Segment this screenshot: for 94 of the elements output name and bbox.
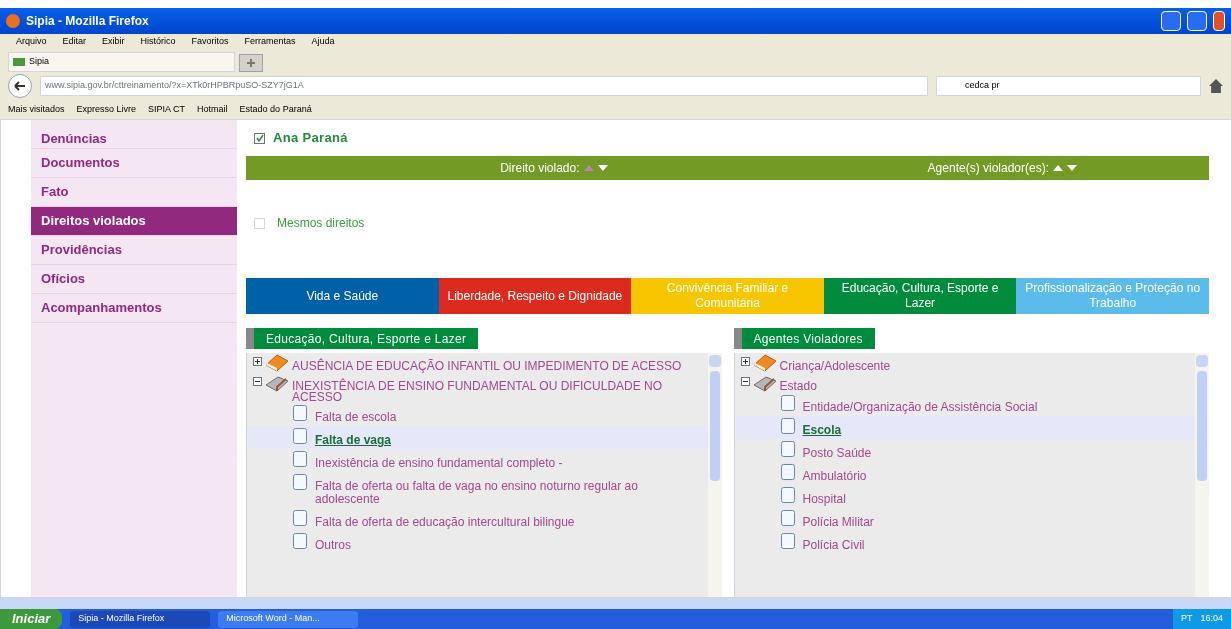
book-icon [264,353,290,373]
open-book-icon [751,373,778,393]
collapse-toggle[interactable] [253,377,262,386]
horizontal-scrollbar[interactable] [0,597,1231,609]
page-icon [780,510,795,526]
menu-item[interactable]: Editar [62,35,87,49]
sort-ascending-icon[interactable] [1053,164,1063,172]
category-tab[interactable]: Educação, Cultura, Esporte e Lazer [823,278,1017,314]
sidebar-item[interactable]: Documentos [31,149,237,178]
panel-title-marker [246,328,254,349]
menu-item[interactable]: Favoritos [191,35,229,49]
tree-leaf[interactable]: Ambulatório [734,462,1195,485]
checkbox-label: Mesmos direitos [277,215,365,232]
tree-leaf[interactable]: Polícia Civil [734,531,1195,554]
menu-item[interactable]: Histórico [140,35,176,49]
start-button[interactable]: Iniciar [0,609,63,629]
search-field[interactable]: cedca pr [936,76,1201,96]
category-tab[interactable]: Vida e Saúde [246,278,439,314]
menu-item[interactable]: Ferramentas [244,35,296,49]
panel-title-marker [733,328,742,349]
tree-leaf[interactable]: Posto Saúde [734,439,1195,462]
person-name: Ana Paraná [273,129,348,148]
close-button[interactable] [1213,11,1225,31]
language-indicator[interactable]: PT [1180,612,1193,626]
sort-descending-icon[interactable] [1067,164,1077,172]
new-tab-button[interactable] [239,54,263,72]
taskbar-item[interactable]: Sipia - Mozilla Firefox [70,610,211,628]
tree-node[interactable]: Estado [779,381,817,392]
page-icon [293,451,307,467]
panel-title: Agentes Violadores [741,328,875,349]
sidebar-item[interactable]: Denúncias [31,120,237,149]
checkbox[interactable] [254,132,265,144]
minus-icon [741,378,749,385]
category-tab[interactable]: Liberdade, Respeito e Dignidade [438,278,632,314]
tree-leaf[interactable]: Hospital [734,485,1195,508]
clock: 16:04 [1200,612,1223,626]
plus-icon [254,358,261,365]
menu-item[interactable]: Ajuda [311,35,335,49]
sort-label: Agente(s) violador(es): [927,160,1049,177]
page-icon [780,395,795,411]
window-title: Sipia - Mozilla Firefox [26,13,150,30]
page-icon [293,533,307,549]
tree-leaf[interactable]: Escola [734,416,1195,439]
tree-leaf[interactable]: Entidade/Organização de Assistência Social [734,393,1195,416]
tree-leaf[interactable]: Falta de vaga [247,426,708,449]
collapse-toggle[interactable] [740,377,750,386]
page-icon [780,464,795,480]
sidebar-item[interactable]: Acompanhamentos [31,294,237,323]
taskbar-item[interactable]: Microsoft Word - Man... [218,610,359,628]
scrollbar[interactable] [1195,353,1209,597]
panel-title: Educação, Cultura, Esporte e Lazer [254,328,479,349]
tree-node[interactable]: Criança/Adolescente [779,361,891,372]
page-icon [293,474,307,490]
page-icon [780,533,795,549]
sort-label: Direito violado: [500,160,580,177]
plus-icon [741,358,749,365]
bookmark-link[interactable]: Mais visitados [8,102,65,117]
plus-icon [247,59,255,67]
browser-tab[interactable]: Sipia [8,52,235,72]
address-bar[interactable]: www.sipia.gov.br/cttreinamento/?x=XTk0rHPBRpuSO-SZY7jG1A [40,76,928,96]
open-book-icon [264,373,290,393]
page-icon [780,487,795,503]
home-icon[interactable] [1209,79,1223,93]
sidebar-item[interactable]: Providências [31,236,237,265]
sort-descending-icon[interactable] [597,164,608,172]
expand-toggle[interactable] [740,357,750,366]
tree-leaf[interactable]: Falta de oferta de educação intercultural bilingue [247,508,708,531]
browser-logo-icon [6,14,20,28]
page-icon [780,441,795,457]
bookmark-link[interactable]: Estado do Paraná [239,102,312,117]
restore-button[interactable] [1187,11,1207,31]
page-icon [293,405,307,421]
expand-toggle[interactable] [253,357,262,366]
book-icon [751,353,778,373]
tree-leaf[interactable]: Falta de escola [247,403,708,426]
menu-item[interactable]: Arquivo [16,35,47,49]
page-icon [293,510,307,526]
back-button[interactable] [8,74,32,98]
bookmark-link[interactable]: Hotmail [197,102,228,117]
page-icon [780,418,795,434]
minus-icon [254,378,261,385]
tree-leaf[interactable]: Polícia Militar [734,508,1195,531]
sidebar-item[interactable]: Ofícios [31,265,237,294]
bookmark-link[interactable]: Expresso Livre [76,102,137,117]
bookmark-link[interactable]: SIPIA CT [148,102,186,117]
menu-item[interactable]: Exibir [102,35,125,49]
scrollbar[interactable] [707,353,722,597]
tree-leaf[interactable]: Outros [247,531,708,554]
back-arrow-icon [14,81,26,91]
minimize-button[interactable] [1161,11,1181,31]
sidebar-item[interactable]: Direitos violados [31,207,237,236]
tree-leaf[interactable]: Inexistência de ensino fundamental completo - [247,449,708,472]
page-icon [293,428,307,444]
tree-leaf[interactable]: Falta de oferta ou falta de vaga no ensino noturno regular ao adolescente [247,472,708,508]
